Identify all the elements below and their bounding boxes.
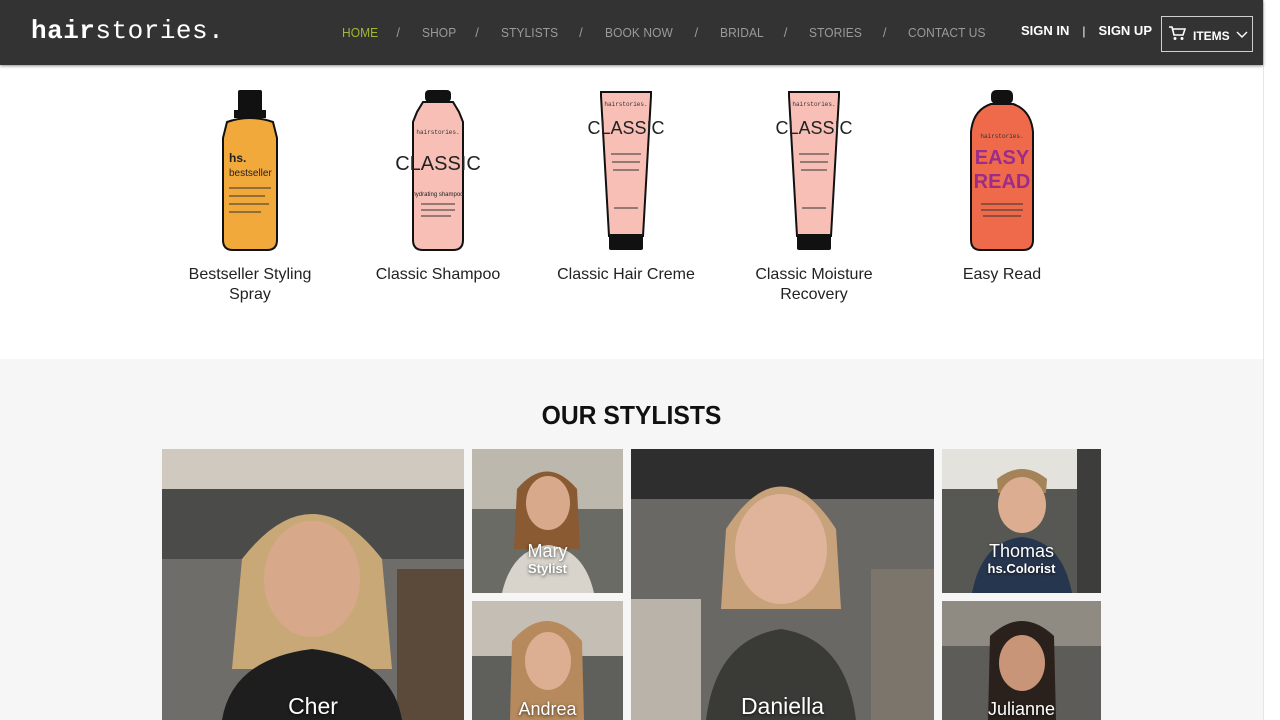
- sign-in-link[interactable]: SIGN IN: [1021, 23, 1069, 38]
- svg-text:hs.: hs.: [229, 151, 246, 165]
- logo-rest-text: stories.: [95, 16, 225, 46]
- stylist-caption: Andrea: [472, 699, 623, 719]
- svg-text:EASY: EASY: [975, 147, 1030, 169]
- auth-divider: |: [1082, 23, 1086, 38]
- svg-text:CLASSIC: CLASSIC: [775, 118, 852, 138]
- stylist-caption: Daniella: [631, 693, 934, 719]
- product-image[interactable]: hs. bestseller: [205, 88, 295, 252]
- nav-item-book-now[interactable]: BOOK NOW: [605, 25, 673, 40]
- product-card-classic-shampoo[interactable]: hairstories. CLASSIC hydrating shampoo C…: [344, 88, 532, 305]
- stylist-name: Thomas: [988, 541, 1055, 561]
- product-list: hs. bestseller Bestseller Styling Spray …: [156, 88, 1096, 305]
- main-nav: HOME / SHOP / STYLISTS / BOOK NOW / BRID…: [342, 22, 993, 42]
- stylist-card-thomas[interactable]: Thomas hs.Colorist: [942, 449, 1101, 593]
- nav-separator: /: [579, 24, 583, 40]
- nav-separator: /: [694, 24, 699, 40]
- product-image[interactable]: hairstories. CLASSIC: [769, 88, 859, 252]
- stylist-card-cher[interactable]: Cher: [162, 449, 464, 720]
- site-header: hairstories. HOME / SHOP / STYLISTS / BO…: [0, 0, 1263, 65]
- svg-text:CLASSIC: CLASSIC: [395, 153, 481, 175]
- stylist-caption: Julianne: [942, 699, 1101, 719]
- stylist-card-daniella[interactable]: Daniella: [631, 449, 934, 720]
- stylist-card-julianne[interactable]: Julianne: [942, 601, 1101, 720]
- auth-links: SIGN IN | SIGN UP: [1021, 23, 1152, 38]
- svg-text:CLASSIC: CLASSIC: [587, 118, 664, 138]
- product-image[interactable]: hairstories. EASY READ: [957, 88, 1047, 252]
- nav-separator: /: [396, 24, 401, 40]
- product-name[interactable]: Easy Read: [927, 265, 1077, 285]
- product-card-easy-read[interactable]: hairstories. EASY READ Easy Read: [908, 88, 1096, 305]
- nav-item-stories[interactable]: STORIES: [809, 25, 862, 40]
- stylist-name: Mary: [527, 541, 568, 561]
- nav-item-stylists[interactable]: STYLISTS: [501, 25, 558, 40]
- stylist-card-andrea[interactable]: Andrea: [472, 601, 623, 720]
- product-card-classic-moisture-recovery[interactable]: hairstories. CLASSIC Classic Moisture Re…: [720, 88, 908, 305]
- stylist-caption: Cher: [162, 693, 464, 719]
- nav-item-bridal[interactable]: BRIDAL: [720, 25, 764, 40]
- product-card-bestseller[interactable]: hs. bestseller Bestseller Styling Spray: [156, 88, 344, 305]
- product-card-classic-hair-creme[interactable]: hairstories. CLASSIC Classic Hair Creme: [532, 88, 720, 305]
- stylist-photo: [631, 449, 934, 720]
- site-logo[interactable]: hairstories.: [31, 16, 224, 46]
- nav-separator: /: [882, 24, 887, 40]
- stylist-name: Daniella: [740, 693, 825, 719]
- cart-dropdown[interactable]: ITEMS: [1161, 16, 1253, 52]
- stylist-name: Julianne: [987, 699, 1056, 719]
- stylist-role: hs.Colorist: [987, 561, 1056, 576]
- vertical-scrollbar[interactable]: [1263, 0, 1280, 720]
- sign-up-link[interactable]: SIGN UP: [1099, 23, 1152, 38]
- svg-text:hairstories.: hairstories.: [416, 129, 459, 136]
- stylist-card-mary[interactable]: Mary Stylist: [472, 449, 623, 593]
- nav-item-home[interactable]: HOME: [342, 25, 378, 40]
- logo-bold-text: hair: [31, 16, 96, 46]
- cart-label: ITEMS: [1193, 28, 1230, 43]
- nav-separator: /: [783, 24, 788, 40]
- product-name[interactable]: Classic Moisture Recovery: [739, 265, 889, 305]
- stylist-role: Stylist: [527, 561, 567, 576]
- product-image[interactable]: hairstories. CLASSIC hydrating shampoo: [393, 88, 483, 252]
- nav-separator: /: [475, 24, 479, 40]
- product-image[interactable]: hairstories. CLASSIC: [581, 88, 671, 252]
- svg-text:READ: READ: [974, 171, 1031, 193]
- stylist-caption: Mary Stylist: [472, 541, 623, 577]
- nav-item-shop[interactable]: SHOP: [422, 25, 456, 40]
- svg-text:hairstories.: hairstories.: [792, 101, 835, 108]
- nav-item-contact-us[interactable]: CONTACT US: [908, 25, 986, 40]
- stylist-caption: Thomas hs.Colorist: [942, 541, 1101, 577]
- stylist-name: Andrea: [518, 699, 577, 719]
- product-name[interactable]: Classic Shampoo: [363, 265, 513, 285]
- svg-text:hydrating shampoo: hydrating shampoo: [412, 192, 464, 198]
- stylists-section-title: OUR STYLISTS: [541, 400, 722, 430]
- product-name[interactable]: Classic Hair Creme: [551, 265, 701, 285]
- svg-text:hairstories.: hairstories.: [980, 133, 1023, 140]
- product-name[interactable]: Bestseller Styling Spray: [175, 265, 325, 305]
- svg-text:hairstories.: hairstories.: [604, 101, 647, 108]
- stylist-name: Cher: [288, 693, 338, 719]
- chevron-down-icon: [1236, 28, 1248, 42]
- svg-text:bestseller: bestseller: [229, 168, 272, 179]
- stylist-photo: [162, 449, 464, 720]
- cart-icon: [1168, 25, 1187, 44]
